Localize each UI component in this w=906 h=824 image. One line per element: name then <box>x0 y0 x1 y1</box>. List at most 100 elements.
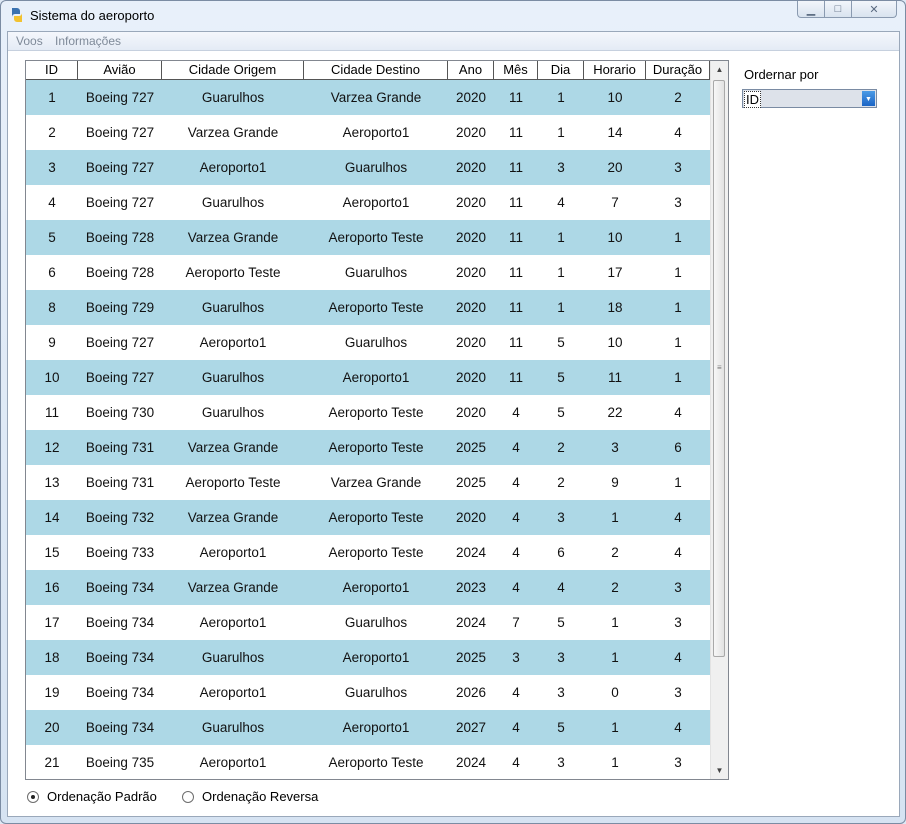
table-row[interactable]: 19 Boeing 734 Aeroporto1 Guarulhos 2026 4 3 0 3 <box>26 675 710 710</box>
column-header-aviao[interactable]: Avião <box>78 61 162 79</box>
cell-ano: 2020 <box>455 90 487 105</box>
scroll-thumb[interactable]: ≡ <box>713 80 725 657</box>
table-row[interactable]: 20 Boeing 734 Guarulhos Aeroporto1 2027 4 5 1 4 <box>26 710 710 745</box>
cell-duracao: 4 <box>674 125 682 140</box>
table-row[interactable]: 13 Boeing 731 Aeroporto Teste Varzea Grande… <box>26 465 710 500</box>
cell-id: 5 <box>48 230 56 245</box>
cell-aviao: Boeing 733 <box>85 545 155 560</box>
cell-cidade-origem: Guarulhos <box>201 720 265 735</box>
cell-dia: 5 <box>557 370 565 385</box>
table-row[interactable]: 21 Boeing 735 Aeroporto1 Aeroporto Teste 202… <box>26 745 710 779</box>
cell-horario: 10 <box>607 90 623 105</box>
table-row[interactable]: 12 Boeing 731 Varzea Grande Aeroporto Teste… <box>26 430 710 465</box>
cell-horario: 3 <box>611 440 619 455</box>
table-row[interactable]: 9 Boeing 727 Aeroporto1 Guarulhos 2020 11 5 10 1 <box>26 325 710 360</box>
table-row[interactable]: 16 Boeing 734 Varzea Grande Aeroporto1 2023 4… <box>26 570 710 605</box>
table-row[interactable]: 4 Boeing 727 Guarulhos Aeroporto1 2020 11 4 7 3 <box>26 185 710 220</box>
cell-cidade-destino: Aeroporto Teste <box>328 440 424 455</box>
chevron-down-icon[interactable]: ▼ <box>862 91 875 106</box>
cell-aviao: Boeing 729 <box>85 300 155 315</box>
maximize-button[interactable]: □ <box>825 1 852 18</box>
radio-ordenacao-padrao[interactable]: Ordenação Padrão <box>27 789 157 804</box>
cell-duracao: 1 <box>674 300 682 315</box>
cell-dia: 1 <box>557 265 565 280</box>
cell-mes: 4 <box>512 580 520 595</box>
cell-cidade-destino: Guarulhos <box>344 160 408 175</box>
table-row[interactable]: 3 Boeing 727 Aeroporto1 Guarulhos 2020 11 3 20 3 <box>26 150 710 185</box>
cell-id: 1 <box>48 90 56 105</box>
menu-informacoes[interactable]: Informações <box>55 34 121 48</box>
table-row[interactable]: 17 Boeing 734 Aeroporto1 Guarulhos 2024 7 5 1 3 <box>26 605 710 640</box>
cell-duracao: 4 <box>674 720 682 735</box>
menu-voos[interactable]: Voos <box>16 34 43 48</box>
table-row[interactable]: 2 Boeing 727 Varzea Grande Aeroporto1 2020 11… <box>26 115 710 150</box>
cell-horario: 10 <box>607 335 623 350</box>
table-row[interactable]: 10 Boeing 727 Guarulhos Aeroporto1 2020 11 5 11… <box>26 360 710 395</box>
scroll-down-icon[interactable]: ▼ <box>711 762 728 779</box>
cell-dia: 3 <box>557 160 565 175</box>
column-header-cidade-origem[interactable]: Cidade Origem <box>162 61 304 79</box>
table-row[interactable]: 15 Boeing 733 Aeroporto1 Aeroporto Teste 202… <box>26 535 710 570</box>
cell-dia: 1 <box>557 90 565 105</box>
radio-ordenacao-reversa[interactable]: Ordenação Reversa <box>182 789 318 804</box>
cell-ano: 2024 <box>455 545 487 560</box>
cell-horario: 0 <box>611 685 619 700</box>
radio-checked-icon <box>27 790 39 803</box>
cell-aviao: Boeing 727 <box>85 370 155 385</box>
maximize-icon: □ <box>834 3 842 15</box>
column-header-duracao[interactable]: Duração <box>646 61 710 79</box>
table-row[interactable]: 11 Boeing 730 Guarulhos Aeroporto Teste 2020… <box>26 395 710 430</box>
cell-cidade-destino: Aeroporto1 <box>342 195 410 210</box>
column-header-mes[interactable]: Mês <box>494 61 538 79</box>
sort-select[interactable]: ID ▼ <box>742 89 877 108</box>
cell-dia: 4 <box>557 580 565 595</box>
column-header-horario[interactable]: Horario <box>584 61 646 79</box>
close-icon: ✕ <box>869 3 879 16</box>
cell-ano: 2020 <box>455 160 487 175</box>
cell-ano: 2024 <box>455 755 487 770</box>
table-row[interactable]: 6 Boeing 728 Aeroporto Teste Guarulhos 2020 1… <box>26 255 710 290</box>
column-header-cidade-destino[interactable]: Cidade Destino <box>304 61 448 79</box>
cell-ano: 2020 <box>455 230 487 245</box>
cell-cidade-origem: Guarulhos <box>201 195 265 210</box>
cell-mes: 4 <box>512 510 520 525</box>
table-row[interactable]: 18 Boeing 734 Guarulhos Aeroporto1 2025 3 3 1 4 <box>26 640 710 675</box>
cell-duracao: 1 <box>674 230 682 245</box>
cell-cidade-origem: Aeroporto Teste <box>185 475 281 490</box>
cell-cidade-destino: Aeroporto1 <box>342 580 410 595</box>
column-header-id[interactable]: ID <box>26 61 78 79</box>
cell-cidade-destino: Guarulhos <box>344 685 408 700</box>
cell-mes: 7 <box>512 615 520 630</box>
table-row[interactable]: 8 Boeing 729 Guarulhos Aeroporto Teste 2020 1… <box>26 290 710 325</box>
column-header-dia[interactable]: Dia <box>538 61 584 79</box>
cell-ano: 2020 <box>455 335 487 350</box>
cell-ano: 2020 <box>455 510 487 525</box>
cell-id: 18 <box>44 650 60 665</box>
cell-cidade-origem: Varzea Grande <box>187 125 279 140</box>
scroll-up-icon[interactable]: ▲ <box>711 61 728 78</box>
cell-dia: 2 <box>557 475 565 490</box>
table-row[interactable]: 14 Boeing 732 Varzea Grande Aeroporto Teste… <box>26 500 710 535</box>
minimize-button[interactable]: ▁ <box>797 1 825 18</box>
vertical-scrollbar[interactable]: ▲ ≡ ▼ <box>710 61 728 779</box>
cell-cidade-destino: Aeroporto Teste <box>328 230 424 245</box>
cell-aviao: Boeing 727 <box>85 160 155 175</box>
table-row[interactable]: 1 Boeing 727 Guarulhos Varzea Grande 2020 11 1… <box>26 80 710 115</box>
cell-duracao: 3 <box>674 195 682 210</box>
sort-label: Ordernar por <box>744 67 819 82</box>
cell-dia: 3 <box>557 650 565 665</box>
cell-dia: 5 <box>557 335 565 350</box>
cell-ano: 2020 <box>455 405 487 420</box>
column-header-ano[interactable]: Ano <box>448 61 494 79</box>
table-header: ID Avião Cidade Origem Cidade Destino Ano Mês… <box>26 61 710 80</box>
cell-aviao: Boeing 731 <box>85 440 155 455</box>
close-button[interactable]: ✕ <box>852 1 897 18</box>
cell-horario: 7 <box>611 195 619 210</box>
cell-duracao: 1 <box>674 335 682 350</box>
cell-cidade-origem: Guarulhos <box>201 405 265 420</box>
table-row[interactable]: 5 Boeing 728 Varzea Grande Aeroporto Teste 2… <box>26 220 710 255</box>
cell-mes: 11 <box>508 90 523 105</box>
cell-dia: 1 <box>557 230 565 245</box>
cell-cidade-origem: Varzea Grande <box>187 440 279 455</box>
radio-label: Ordenação Padrão <box>47 789 157 804</box>
